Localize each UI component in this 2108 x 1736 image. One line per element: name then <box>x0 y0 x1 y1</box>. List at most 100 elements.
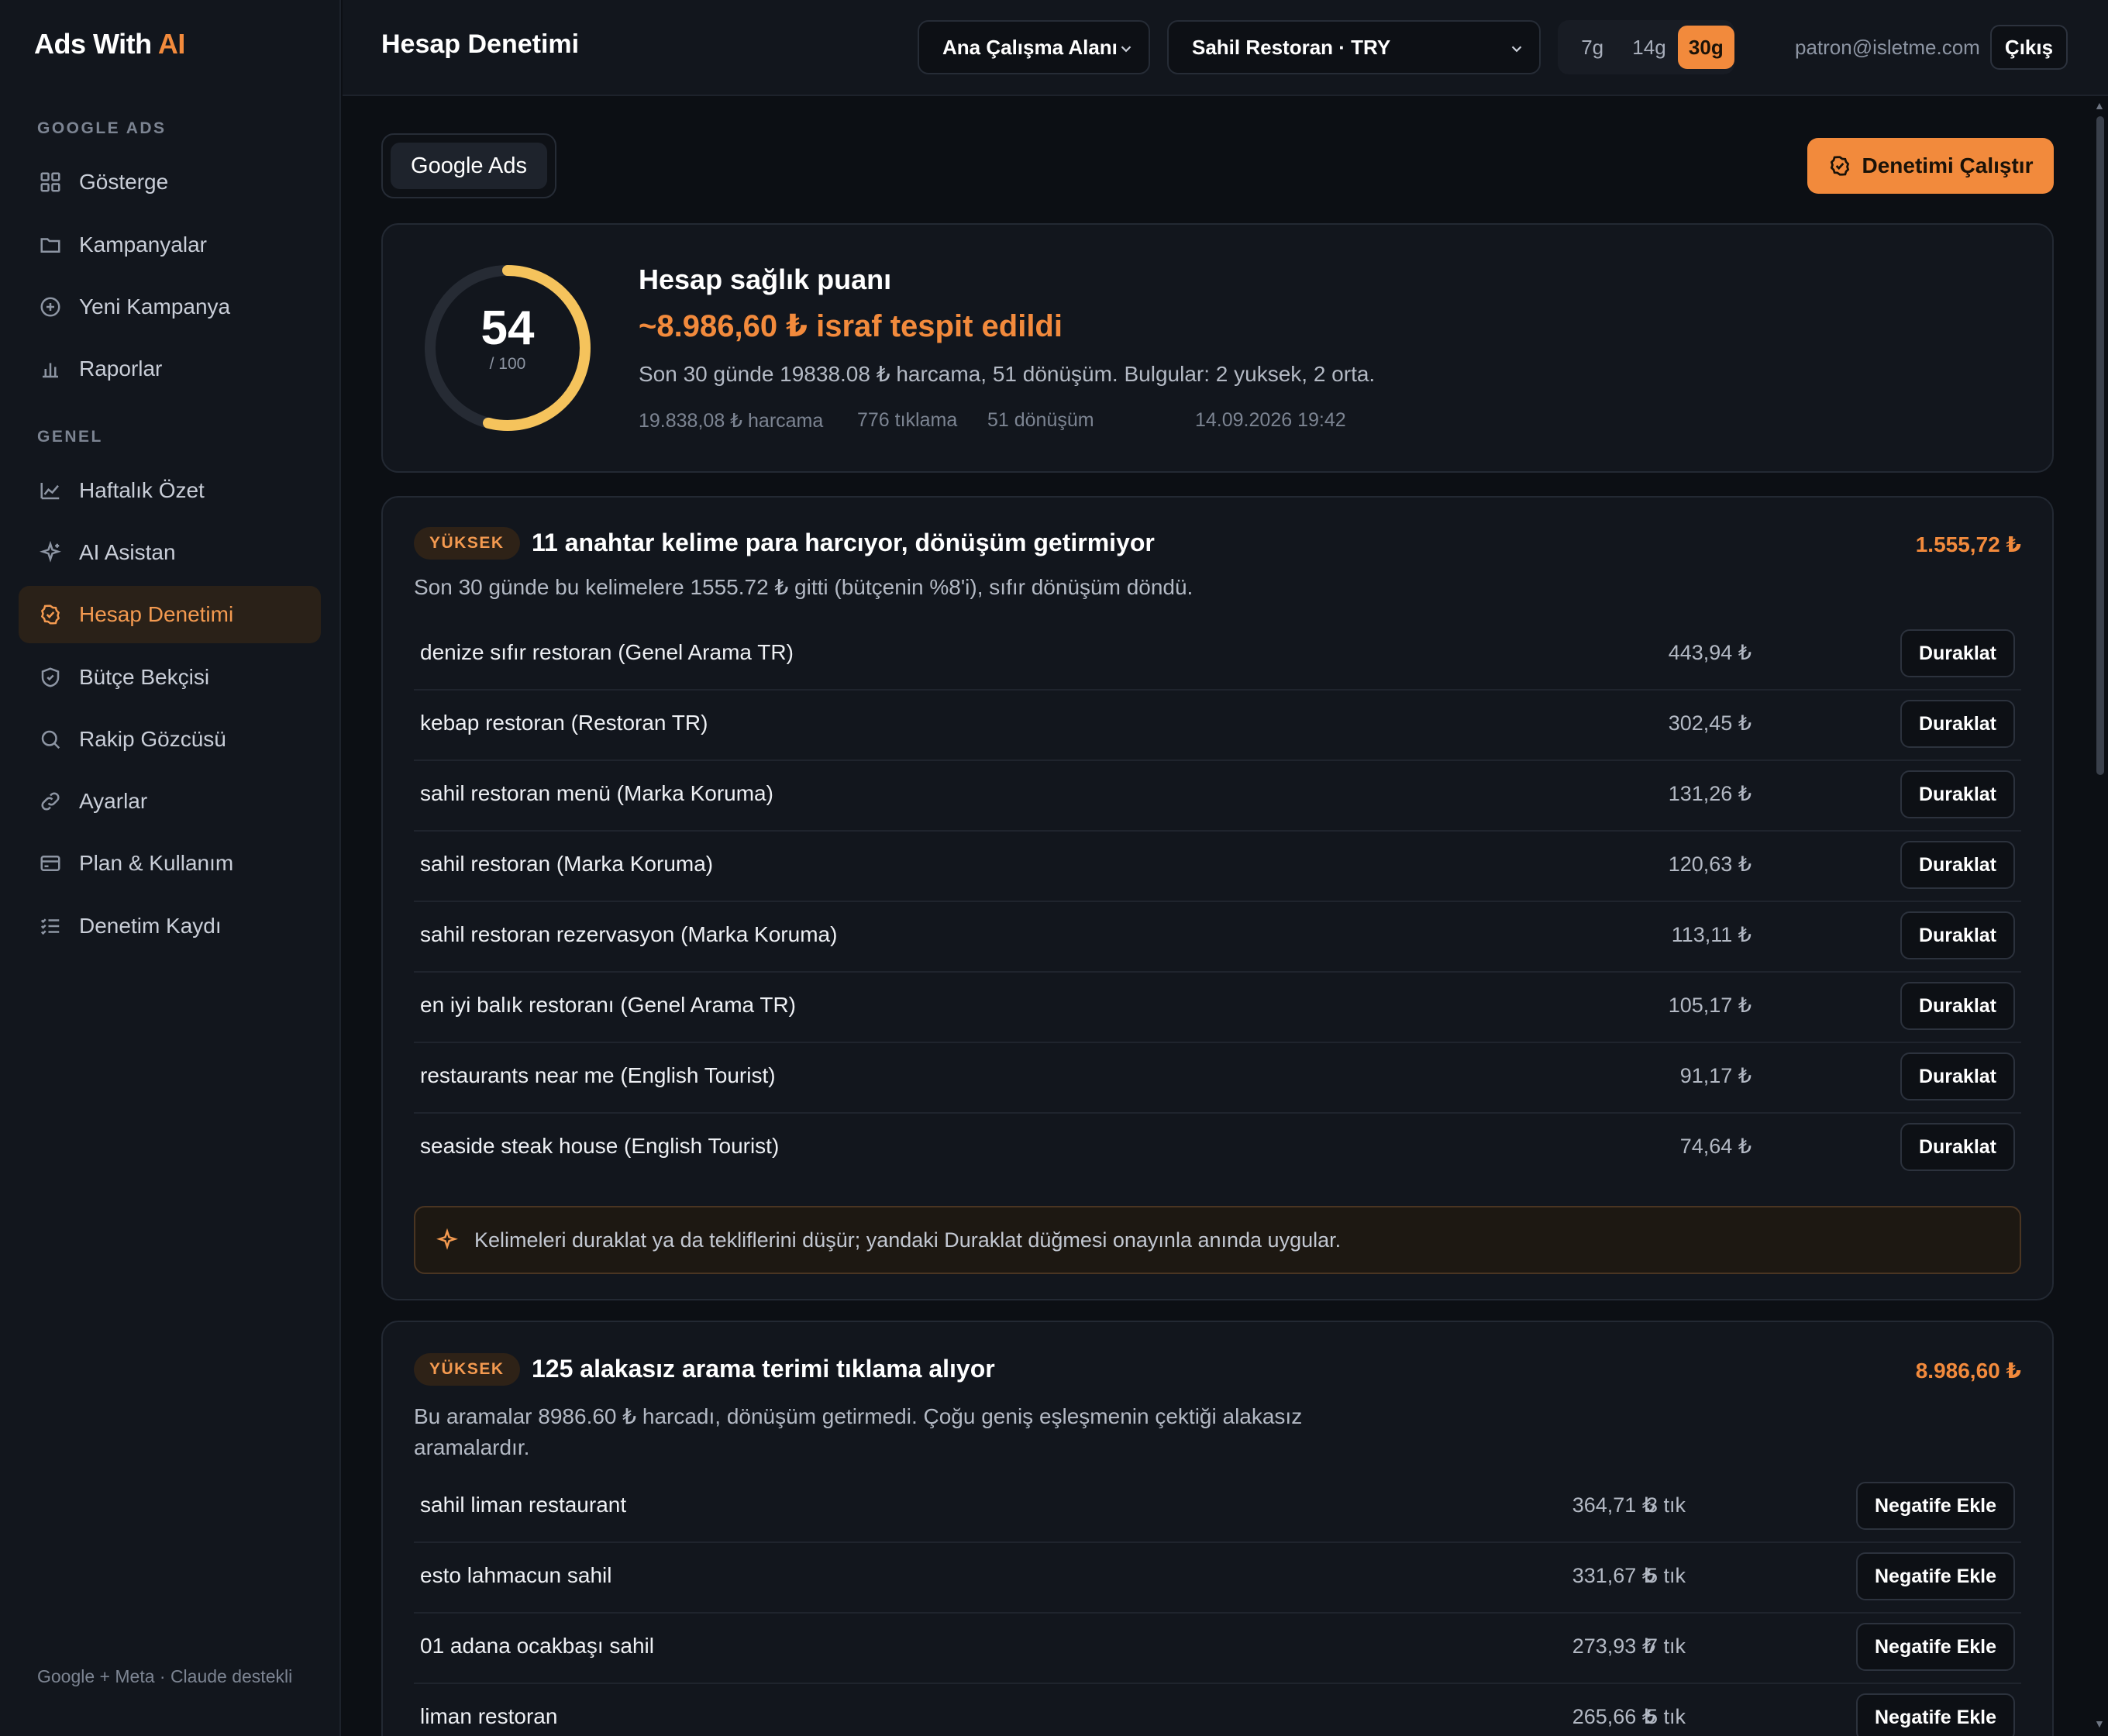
sidebar-item-haftalik-ozet[interactable]: Haftalık Özet <box>19 462 321 519</box>
sidebar-item-raporlar[interactable]: Raporlar <box>19 340 321 398</box>
user-email: patron@isletme.com <box>1795 36 1980 59</box>
sidebar-item-label: Denetim Kaydı <box>79 914 222 938</box>
list-check-icon <box>37 913 64 939</box>
finding-description-line: Bu aramalar 8986.60 ₺ harcadı, dönüşüm g… <box>414 1404 1303 1428</box>
table-row: liman restoran 5 tık 265,66 ₺ Negatife E… <box>414 1684 2021 1736</box>
sidebar: Ads With AI GOOGLE ADS Gösterge Kampanya… <box>0 0 341 1736</box>
platform-tabs: Google Ads <box>381 133 556 198</box>
search-term: esto lahmacun sahil <box>420 1563 612 1587</box>
workspace-select[interactable]: Ana Çalışma Alanı <box>918 20 1150 74</box>
keyword-name: sahil restoran menü (Marka Koruma) <box>420 781 773 805</box>
pause-button[interactable]: Duraklat <box>1900 770 2015 818</box>
shield-icon <box>37 664 64 691</box>
sidebar-item-gosterge[interactable]: Gösterge <box>19 153 321 211</box>
sidebar-item-plan-kullanim[interactable]: Plan & Kullanım <box>19 835 321 892</box>
add-negative-button[interactable]: Negatife Ekle <box>1855 1482 2015 1530</box>
search-term: 01 adana ocakbaşı sahil <box>420 1634 654 1658</box>
keyword-name: restaurants near me (English Tourist) <box>420 1063 776 1087</box>
search-term: liman restoran <box>420 1704 558 1728</box>
add-negative-button[interactable]: Negatife Ekle <box>1855 1693 2015 1736</box>
add-negative-button[interactable]: Negatife Ekle <box>1855 1552 2015 1600</box>
sidebar-item-yeni-kampanya[interactable]: Yeni Kampanya <box>19 278 321 336</box>
pause-button[interactable]: Duraklat <box>1900 700 2015 748</box>
health-score-value: 54 <box>480 301 535 355</box>
pause-button[interactable]: Duraklat <box>1900 911 2015 959</box>
stat-clicks: 776 tıklama <box>857 409 958 431</box>
scroll-down-arrow[interactable]: ▼ <box>2094 1717 2105 1730</box>
sidebar-item-kampanyalar[interactable]: Kampanyalar <box>19 216 321 274</box>
finding-title: 11 anahtar kelime para harcıyor, dönüşüm… <box>532 529 1155 556</box>
sidebar-item-label: Yeni Kampanya <box>79 294 231 319</box>
pause-button[interactable]: Duraklat <box>1900 841 2015 889</box>
link-icon <box>37 788 64 815</box>
sidebar-item-ai-asistan[interactable]: AI Asistan <box>19 524 321 581</box>
range-30g-button[interactable]: 30g <box>1677 26 1734 69</box>
search-icon <box>37 726 64 753</box>
search-term-spend: 273,93 ₺ <box>1572 1634 1655 1658</box>
keyword-name: seaside steak house (English Tourist) <box>420 1134 780 1158</box>
sidebar-item-label: Plan & Kullanım <box>79 851 234 875</box>
chevron-down-icon <box>1508 39 1525 56</box>
brand-accent: AI <box>157 28 186 60</box>
keyword-spend: 120,63 ₺ <box>1668 852 1752 876</box>
stat-conversions: 51 dönüşüm <box>987 409 1094 431</box>
chevron-down-icon <box>1118 39 1135 56</box>
brand-name: Ads With <box>34 28 152 60</box>
account-select[interactable]: Sahil Restoran · TRY <box>1167 20 1541 74</box>
pause-button[interactable]: Duraklat <box>1900 1052 2015 1100</box>
pause-button[interactable]: Duraklat <box>1900 1123 2015 1171</box>
table-row: esto lahmacun sahil 5 tık 331,67 ₺ Negat… <box>414 1543 2021 1614</box>
logout-button[interactable]: Çıkış <box>1990 25 2068 70</box>
severity-badge: YÜKSEK <box>414 527 520 560</box>
sidebar-item-label: Rakip Gözcüsü <box>79 727 226 751</box>
keyword-name: denize sıfır restoran (Genel Arama TR) <box>420 640 794 664</box>
tab-google-ads[interactable]: Google Ads <box>391 143 547 189</box>
badge-check-icon <box>37 601 64 628</box>
plus-circle-icon <box>37 294 64 320</box>
keyword-spend: 105,17 ₺ <box>1668 994 1752 1017</box>
range-7g-button[interactable]: 7g <box>1564 26 1621 69</box>
search-term-spend: 364,71 ₺ <box>1572 1493 1655 1517</box>
health-score-title: Hesap sağlık puanı <box>639 264 892 295</box>
search-term-spend: 331,67 ₺ <box>1572 1564 1655 1587</box>
sidebar-item-butce-bekcisi[interactable]: Bütçe Bekçisi <box>19 649 321 706</box>
stat-spend: 19.838,08 ₺ harcama <box>639 410 824 432</box>
sidebar-item-label: Bütçe Bekçisi <box>79 665 210 689</box>
scroll-thumb[interactable] <box>2096 116 2104 775</box>
credit-card-icon <box>37 850 64 877</box>
range-14g-button[interactable]: 14g <box>1621 26 1677 69</box>
pause-button[interactable]: Duraklat <box>1900 982 2015 1030</box>
keyword-name: en iyi balık restoranı (Genel Arama TR) <box>420 993 797 1017</box>
finding-amount: 8.986,60 ₺ <box>1915 1359 2021 1383</box>
health-score-card: 54 / 100 Hesap sağlık puanı ~8.986,60 ₺ … <box>381 223 2054 473</box>
table-row: sahil restoran rezervasyon (Marka Koruma… <box>414 902 2021 973</box>
keyword-spend: 74,64 ₺ <box>1679 1135 1752 1158</box>
finding-card-keywords: YÜKSEK 11 anahtar kelime para harcıyor, … <box>381 496 2054 1300</box>
search-term-spend: 265,66 ₺ <box>1572 1705 1655 1728</box>
sidebar-footer: Google + Meta · Claude destekli <box>37 1666 293 1686</box>
sidebar-item-hesap-denetimi[interactable]: Hesap Denetimi <box>19 586 321 643</box>
table-row: sahil liman restaurant 3 tık 364,71 ₺ Ne… <box>414 1472 2021 1543</box>
sidebar-item-label: Hesap Denetimi <box>79 602 234 626</box>
line-chart-icon <box>37 477 64 504</box>
run-audit-button[interactable]: Denetimi Çalıştır <box>1807 138 2054 194</box>
table-row: kebap restoran (Restoran TR) 302,45 ₺ Du… <box>414 691 2021 761</box>
pause-button[interactable]: Duraklat <box>1900 629 2015 677</box>
brand-logo[interactable]: Ads With AI <box>34 28 185 60</box>
sidebar-item-label: Ayarlar <box>79 789 148 813</box>
sidebar-item-rakip-gozcusu[interactable]: Rakip Gözcüsü <box>19 711 321 768</box>
add-negative-button[interactable]: Negatife Ekle <box>1855 1623 2015 1671</box>
grid-icon <box>37 169 64 195</box>
scroll-up-arrow[interactable]: ▲ <box>2094 99 2105 112</box>
finding-description-line: aramalardır. <box>414 1435 530 1459</box>
workspace-select-value: Ana Çalışma Alanı <box>942 35 1118 59</box>
keyword-name: sahil restoran rezervasyon (Marka Koruma… <box>420 922 838 946</box>
sidebar-item-label: Raporlar <box>79 356 163 381</box>
sidebar-item-ayarlar[interactable]: Ayarlar <box>19 773 321 830</box>
badge-check-icon <box>1830 156 1849 176</box>
keyword-spend: 91,17 ₺ <box>1679 1064 1752 1087</box>
folder-icon <box>37 232 64 258</box>
table-row: sahil restoran (Marka Koruma) 120,63 ₺ D… <box>414 832 2021 902</box>
sidebar-item-label: Haftalık Özet <box>79 478 205 502</box>
sidebar-item-denetim-kaydi[interactable]: Denetim Kaydı <box>19 897 321 955</box>
